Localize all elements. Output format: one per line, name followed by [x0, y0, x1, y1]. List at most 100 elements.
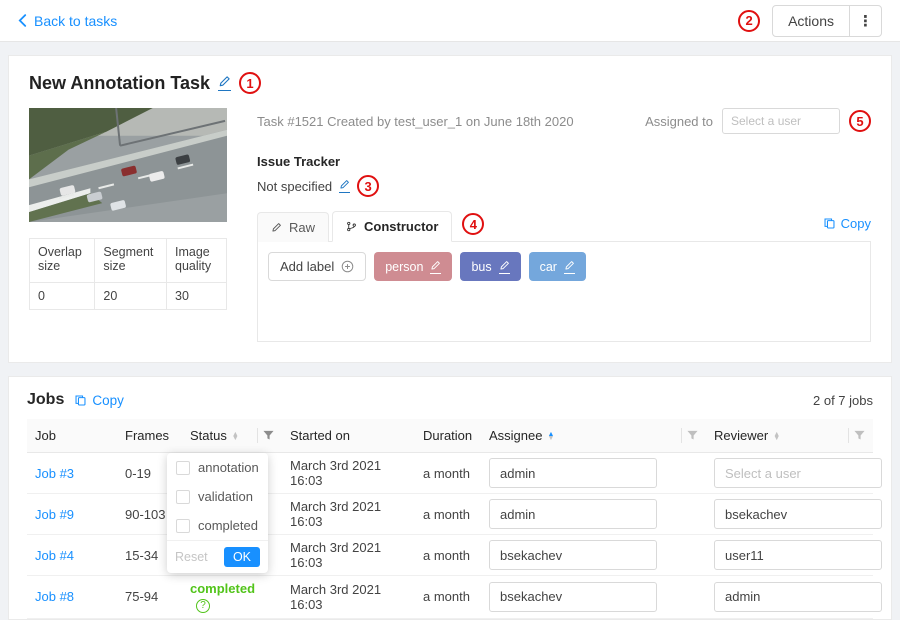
column-header-job: Job	[27, 419, 117, 453]
top-navigation-bar: Back to tasks 2 Actions	[0, 0, 900, 42]
add-label-button[interactable]: Add label	[268, 252, 366, 281]
sort-icons	[773, 432, 780, 439]
issue-tracker-label: Issue Tracker	[257, 154, 871, 169]
job-link[interactable]: Job #9	[35, 507, 74, 522]
labels-tabs: Raw Constructor 4 Copy	[257, 211, 871, 242]
filter-reset-button[interactable]: Reset	[175, 550, 208, 564]
plus-circle-icon	[341, 260, 354, 273]
edit-task-name-button[interactable]	[218, 75, 231, 91]
started-cell: March 3rd 2021 16:03	[282, 453, 415, 494]
edit-issue-tracker-button[interactable]	[339, 179, 350, 193]
tab-constructor[interactable]: Constructor	[332, 211, 452, 242]
reviewer-select[interactable]	[714, 499, 882, 529]
edit-label-icon[interactable]	[430, 260, 441, 274]
status-completed-label: completed	[190, 581, 255, 596]
copy-icon	[823, 217, 836, 230]
filter-option-validation[interactable]: validation	[167, 482, 268, 511]
more-actions-button[interactable]	[849, 6, 881, 36]
column-header-status[interactable]: Status	[182, 419, 282, 453]
status-cell: completed	[182, 576, 282, 619]
task-meta-text: Task #1521 Created by test_user_1 on Jun…	[257, 114, 574, 129]
started-cell: March 3rd 2021 16:03	[282, 576, 415, 619]
duration-cell: a month	[415, 453, 481, 494]
filter-option-annotation[interactable]: annotation	[167, 453, 268, 482]
label-tag-person[interactable]: person	[374, 252, 452, 281]
tab-raw[interactable]: Raw	[257, 212, 329, 242]
column-header-frames: Frames	[117, 419, 182, 453]
task-assignee-select[interactable]	[722, 108, 840, 134]
assignee-select[interactable]	[489, 582, 657, 612]
column-header-duration: Duration	[415, 419, 481, 453]
job-link[interactable]: Job #4	[35, 548, 74, 563]
actions-button-group: Actions	[772, 5, 882, 37]
copy-labels-button[interactable]: Copy	[823, 216, 871, 237]
more-icon	[858, 12, 873, 30]
status-help-icon[interactable]	[196, 599, 210, 613]
assignee-select[interactable]	[489, 540, 657, 570]
back-chevron-icon	[18, 14, 27, 27]
copy-jobs-button[interactable]: Copy	[74, 393, 124, 408]
actions-button[interactable]: Actions	[773, 6, 849, 36]
jobs-title: Jobs	[27, 391, 64, 409]
back-to-tasks-label: Back to tasks	[34, 13, 117, 29]
status-filter-dropdown: annotation validation completed Reset OK	[167, 453, 268, 573]
started-cell: March 3rd 2021 16:03	[282, 535, 415, 576]
task-title: New Annotation Task	[29, 73, 210, 94]
jobs-card: Jobs Copy 2 of 7 jobs Job Frames Status	[8, 376, 892, 620]
jobs-table: Job Frames Status Started on Duration As…	[27, 419, 873, 619]
job-link[interactable]: Job #8	[35, 589, 74, 604]
column-header-reviewer[interactable]: Reviewer	[706, 419, 873, 453]
back-to-tasks-link[interactable]: Back to tasks	[18, 13, 117, 29]
param-header-segment: Segment size	[95, 239, 167, 283]
issue-tracker-value: Not specified	[257, 179, 332, 194]
marker-3: 3	[357, 175, 379, 197]
edit-label-icon[interactable]	[499, 260, 510, 274]
assignee-select[interactable]	[489, 458, 657, 488]
marker-1: 1	[239, 72, 261, 94]
checkbox-icon[interactable]	[176, 461, 190, 475]
param-header-overlap: Overlap size	[30, 239, 95, 283]
marker-2: 2	[738, 10, 760, 32]
filter-option-completed[interactable]: completed	[167, 511, 268, 540]
reviewer-select[interactable]	[714, 540, 882, 570]
label-tag-car[interactable]: car	[529, 252, 586, 281]
checkbox-icon[interactable]	[176, 490, 190, 504]
reviewer-select[interactable]	[714, 458, 882, 488]
marker-5: 5	[849, 110, 871, 132]
label-constructor-panel: Add label person bus car	[257, 242, 871, 342]
jobs-count: 2 of 7 jobs	[813, 393, 873, 408]
filter-ok-button[interactable]: OK	[224, 547, 260, 567]
param-value-quality: 30	[167, 283, 227, 310]
job-link[interactable]: Job #3	[35, 466, 74, 481]
started-cell: March 3rd 2021 16:03	[282, 494, 415, 535]
param-value-segment: 20	[95, 283, 167, 310]
label-tag-bus[interactable]: bus	[460, 252, 520, 281]
checkbox-icon[interactable]	[176, 519, 190, 533]
column-header-assignee[interactable]: Assignee	[481, 419, 706, 453]
task-details-card: New Annotation Task 1	[8, 55, 892, 363]
table-row: Job #4 15-34 March 3rd 2021 16:03 a mont…	[27, 535, 873, 576]
duration-cell: a month	[415, 535, 481, 576]
param-value-overlap: 0	[30, 283, 95, 310]
reviewer-filter-icon[interactable]	[854, 430, 865, 441]
reviewer-select[interactable]	[714, 582, 882, 612]
param-header-quality: Image quality	[167, 239, 227, 283]
table-row: Job #9 90-103 March 3rd 2021 16:03 a mon…	[27, 494, 873, 535]
duration-cell: a month	[415, 576, 481, 619]
status-filter-icon[interactable]	[263, 430, 274, 441]
constructor-icon	[346, 221, 357, 232]
task-parameters-table: Overlap size Segment size Image quality …	[29, 238, 227, 310]
assignee-filter-icon[interactable]	[687, 430, 698, 441]
pencil-icon	[271, 222, 282, 233]
sort-icons	[232, 432, 239, 439]
assigned-to-label: Assigned to	[645, 114, 713, 129]
column-header-started: Started on	[282, 419, 415, 453]
table-row: Job #3 0-19 March 3rd 2021 16:03 a month	[27, 453, 873, 494]
table-row: Job #8 75-94 completed March 3rd 2021 16…	[27, 576, 873, 619]
sort-icons	[547, 432, 554, 439]
edit-label-icon[interactable]	[564, 260, 575, 274]
assignee-select[interactable]	[489, 499, 657, 529]
duration-cell: a month	[415, 494, 481, 535]
task-preview-image	[29, 108, 227, 222]
copy-icon	[74, 394, 87, 407]
